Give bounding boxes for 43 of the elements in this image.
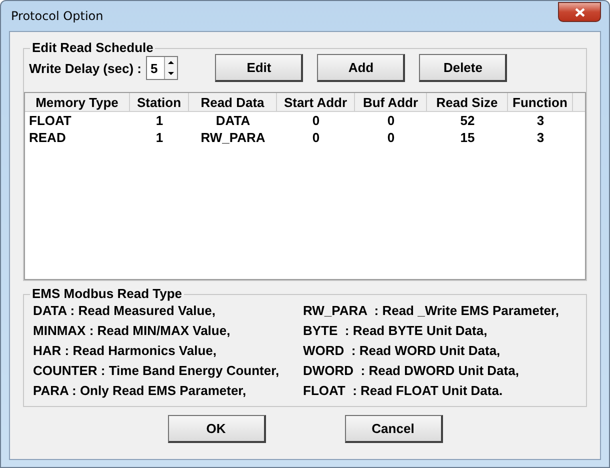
- read-type-text: DWORD : Read DWORD Unit Data,: [303, 362, 520, 380]
- read-type-text: FLOAT : Read FLOAT Unit Data.: [303, 382, 504, 400]
- table-cell-text: RW_PARA: [200, 129, 266, 146]
- read-type-text: DATA : Read Measured Value,: [33, 302, 217, 320]
- read-type-text: BYTE : Read BYTE Unit Data,: [303, 322, 488, 340]
- window-title: Protocol Option: [10, 9, 104, 23]
- column-header[interactable]: Read Data: [189, 93, 277, 112]
- table-cell-text: FLOAT: [28, 112, 72, 129]
- dialog-button[interactable]: Cancel: [344, 415, 442, 443]
- schedule-button[interactable]: Add: [317, 54, 406, 82]
- column-header[interactable]: Buf Addr: [355, 93, 427, 112]
- schedule-button[interactable]: Edit: [215, 54, 304, 82]
- table-cell-text: 52: [459, 112, 476, 129]
- table-cell-text: 3: [536, 129, 546, 146]
- column-header[interactable]: Memory Type: [25, 93, 130, 112]
- table-cell-text: 3: [536, 112, 546, 129]
- close-icon: [574, 8, 584, 16]
- table-cell-text: 1: [154, 112, 164, 129]
- table-cell-text: 0: [311, 112, 321, 129]
- read-type-text: RW_PARA : Read _Write EMS Parameter,: [303, 302, 560, 320]
- table-cell-text: 15: [459, 129, 476, 146]
- table-cell-text: 0: [386, 112, 396, 129]
- delay-spinner[interactable]: 5: [146, 56, 178, 80]
- table-cell-text: DATA: [214, 112, 252, 129]
- column-header[interactable]: Read Size: [427, 93, 508, 112]
- column-header[interactable]: Function: [508, 93, 573, 112]
- dialog-button[interactable]: OK: [168, 415, 266, 443]
- read-type-text: HAR : Read Harmonics Value,: [33, 342, 218, 360]
- table-cell-text: 1: [154, 129, 164, 146]
- table-cell-text: 0: [386, 129, 396, 146]
- delay-label: Write Delay (sec) :: [29, 60, 142, 76]
- schedule-button[interactable]: Delete: [419, 54, 508, 82]
- read-type-text: MINMAX : Read MIN/MAX Value,: [33, 322, 232, 340]
- table-cell-text: 0: [311, 129, 321, 146]
- table-cell-text: READ: [28, 129, 67, 146]
- read-type-text: COUNTER : Time Band Energy Counter,: [33, 362, 280, 380]
- group-title: Edit Read Schedule: [31, 42, 154, 54]
- read-type-text: PARA : Only Read EMS Parameter,: [33, 382, 248, 400]
- close-button[interactable]: [558, 2, 601, 22]
- column-header[interactable]: Start Addr: [277, 93, 355, 112]
- read-type-text: WORD : Read WORD Unit Data,: [303, 342, 502, 360]
- column-header[interactable]: Station: [130, 93, 189, 112]
- group-title: EMS Modbus Read Type: [31, 288, 183, 300]
